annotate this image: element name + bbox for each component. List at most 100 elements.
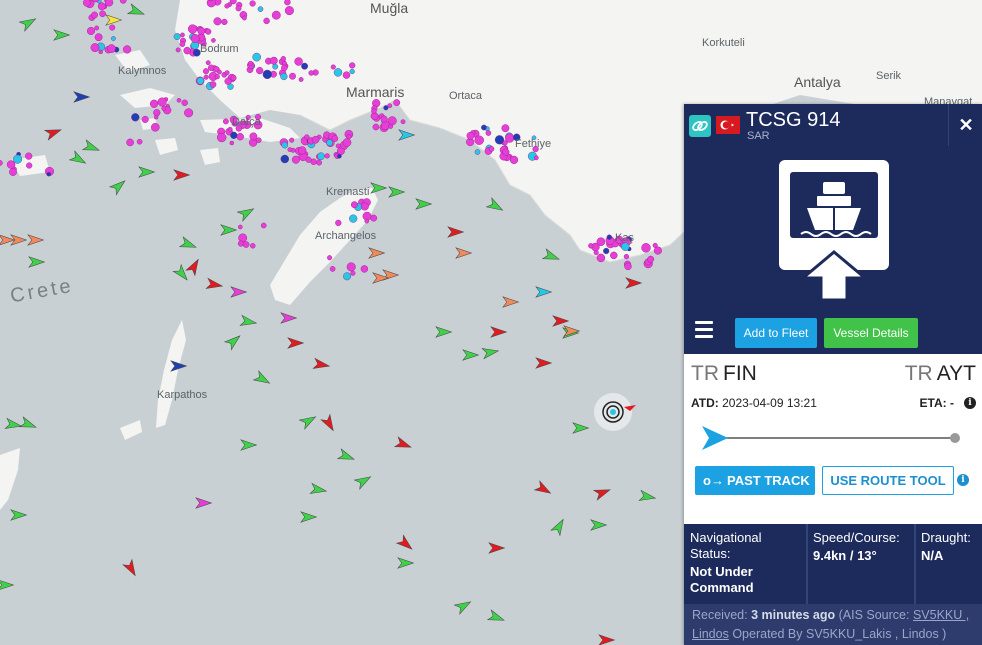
cargo-vessel-marker[interactable] bbox=[485, 197, 506, 215]
vessel-cluster-dot[interactable] bbox=[485, 130, 492, 136]
tanker-vessel-marker[interactable] bbox=[533, 480, 554, 498]
vessel-cluster-dot[interactable] bbox=[280, 72, 288, 81]
vessel-cluster-dot[interactable] bbox=[262, 69, 272, 80]
vessel-cluster-dot[interactable] bbox=[222, 118, 229, 125]
vessel-cluster-dot[interactable] bbox=[237, 240, 244, 247]
cargo-vessel-marker[interactable] bbox=[68, 150, 89, 168]
vessel-cluster-dot[interactable] bbox=[109, 24, 116, 31]
vessel-cluster-dot[interactable] bbox=[97, 2, 106, 11]
vessel-cluster-dot[interactable] bbox=[119, 0, 127, 4]
vessel-cluster-dot[interactable] bbox=[122, 45, 132, 54]
vessel-cluster-dot[interactable] bbox=[91, 11, 98, 19]
vessel-cluster-dot[interactable] bbox=[588, 243, 594, 249]
vessel-cluster-dot[interactable] bbox=[202, 68, 209, 75]
vessel-cluster-dot[interactable] bbox=[298, 77, 304, 82]
cargo-vessel-marker[interactable] bbox=[0, 580, 15, 590]
vessel-cluster-dot[interactable] bbox=[533, 155, 539, 161]
vessel-cluster-dot[interactable] bbox=[335, 219, 342, 227]
add-to-fleet-button[interactable]: Add to Fleet bbox=[735, 318, 817, 348]
vessel-cluster-dot[interactable] bbox=[623, 254, 630, 260]
passenger-vessel-marker[interactable] bbox=[230, 286, 248, 298]
tanker-vessel-marker[interactable] bbox=[320, 413, 338, 434]
vessel-cluster-dot[interactable] bbox=[94, 25, 100, 31]
cargo-vessel-marker[interactable] bbox=[309, 482, 328, 496]
vessel-cluster-dot[interactable] bbox=[494, 135, 505, 145]
cargo-vessel-marker[interactable] bbox=[397, 557, 415, 569]
vessel-cluster-dot[interactable] bbox=[596, 237, 606, 246]
cargo-vessel-marker[interactable] bbox=[638, 489, 657, 503]
vessel-cluster-dot[interactable] bbox=[281, 64, 288, 72]
tanker-vessel-marker[interactable] bbox=[43, 125, 63, 141]
fishing-vessel-marker[interactable] bbox=[455, 247, 473, 259]
vessel-cluster-dot[interactable] bbox=[509, 155, 519, 165]
vessel-cluster-dot[interactable] bbox=[99, 10, 106, 18]
cargo-vessel-marker[interactable] bbox=[541, 248, 561, 264]
vessel-cluster-dot[interactable] bbox=[188, 24, 198, 34]
cargo-vessel-marker[interactable] bbox=[298, 412, 319, 430]
passenger-vessel-marker[interactable] bbox=[195, 497, 213, 509]
vessel-cluster-dot[interactable] bbox=[86, 27, 95, 36]
vessel-cluster-dot[interactable] bbox=[284, 6, 294, 16]
vessel-cluster-dot[interactable] bbox=[346, 262, 356, 272]
vessel-cluster-dot[interactable] bbox=[126, 138, 134, 147]
vessel-cluster-dot[interactable] bbox=[252, 52, 262, 62]
tanker-vessel-marker[interactable] bbox=[205, 277, 224, 291]
vessel-cluster-dot[interactable] bbox=[224, 77, 232, 85]
past-track-button[interactable]: o→ PAST TRACK bbox=[695, 466, 815, 495]
cargo-vessel-marker[interactable] bbox=[388, 186, 406, 198]
tanker-vessel-marker[interactable] bbox=[395, 534, 416, 553]
vessel-cluster-dot[interactable] bbox=[333, 68, 343, 77]
cargo-vessel-marker[interactable] bbox=[220, 224, 238, 236]
vessel-cluster-dot[interactable] bbox=[229, 140, 235, 146]
vessel-cluster-dot[interactable] bbox=[371, 108, 377, 114]
vessel-cluster-dot[interactable] bbox=[380, 115, 388, 123]
vessel-cluster-dot[interactable] bbox=[181, 99, 188, 107]
vessel-cluster-dot[interactable] bbox=[327, 255, 333, 261]
vessel-cluster-dot[interactable] bbox=[257, 6, 264, 12]
vessel-cluster-dot[interactable] bbox=[481, 124, 487, 131]
vessel-cluster-dot[interactable] bbox=[316, 159, 322, 166]
vessel-cluster-dot[interactable] bbox=[131, 113, 140, 122]
vessel-cluster-dot[interactable] bbox=[105, 0, 114, 7]
vessel-cluster-dot[interactable] bbox=[308, 70, 314, 76]
vessel-cluster-dot[interactable] bbox=[647, 255, 655, 263]
vessel-cluster-dot[interactable] bbox=[235, 5, 242, 12]
vessel-cluster-dot[interactable] bbox=[272, 63, 279, 70]
vessel-cluster-dot[interactable] bbox=[153, 109, 161, 117]
vessel-cluster-dot[interactable] bbox=[349, 68, 355, 75]
cargo-vessel-marker[interactable] bbox=[138, 166, 156, 178]
vessel-cluster-dot[interactable] bbox=[326, 139, 333, 147]
cargo-vessel-marker[interactable] bbox=[126, 3, 146, 19]
vessel-cluster-dot[interactable] bbox=[263, 17, 270, 25]
vessel-cluster-dot[interactable] bbox=[343, 272, 352, 281]
vessel-cluster-dot[interactable] bbox=[342, 71, 351, 79]
vessel-cluster-dot[interactable] bbox=[150, 123, 160, 132]
selected-vessel-target-icon[interactable] bbox=[594, 393, 636, 431]
tanker-vessel-marker[interactable] bbox=[598, 634, 616, 645]
vessel-cluster-dot[interactable] bbox=[249, 0, 256, 7]
vessel-cluster-dot[interactable] bbox=[284, 0, 291, 6]
tanker-vessel-marker[interactable] bbox=[488, 542, 506, 554]
vessel-cluster-dot[interactable] bbox=[388, 124, 394, 129]
fishing-vessel-marker[interactable] bbox=[502, 296, 520, 308]
tanker-vessel-marker[interactable] bbox=[490, 326, 508, 338]
vessel-cluster-dot[interactable] bbox=[624, 262, 632, 271]
vessel-cluster-dot[interactable] bbox=[364, 218, 370, 224]
tanker-vessel-marker[interactable] bbox=[625, 277, 643, 289]
vessel-cluster-dot[interactable] bbox=[298, 146, 307, 155]
unspecified-vessel-marker[interactable] bbox=[73, 91, 91, 103]
vessel-cluster-dot[interactable] bbox=[196, 77, 205, 85]
vessel-cluster-dot[interactable] bbox=[205, 28, 212, 35]
vessel-cluster-dot[interactable] bbox=[502, 148, 510, 156]
vessel-cluster-dot[interactable] bbox=[289, 137, 295, 143]
vessel-cluster-dot[interactable] bbox=[213, 17, 222, 26]
vessel-cluster-dot[interactable] bbox=[400, 119, 406, 125]
cargo-vessel-marker[interactable] bbox=[435, 326, 453, 338]
cargo-vessel-marker[interactable] bbox=[18, 416, 38, 432]
tanker-vessel-marker[interactable] bbox=[447, 226, 465, 238]
cargo-vessel-marker[interactable] bbox=[10, 509, 28, 521]
vessel-cluster-dot[interactable] bbox=[211, 38, 216, 43]
vessel-cluster-dot[interactable] bbox=[180, 32, 185, 38]
vessel-cluster-dot[interactable] bbox=[256, 66, 264, 75]
vessel-cluster-dot[interactable] bbox=[301, 62, 308, 70]
